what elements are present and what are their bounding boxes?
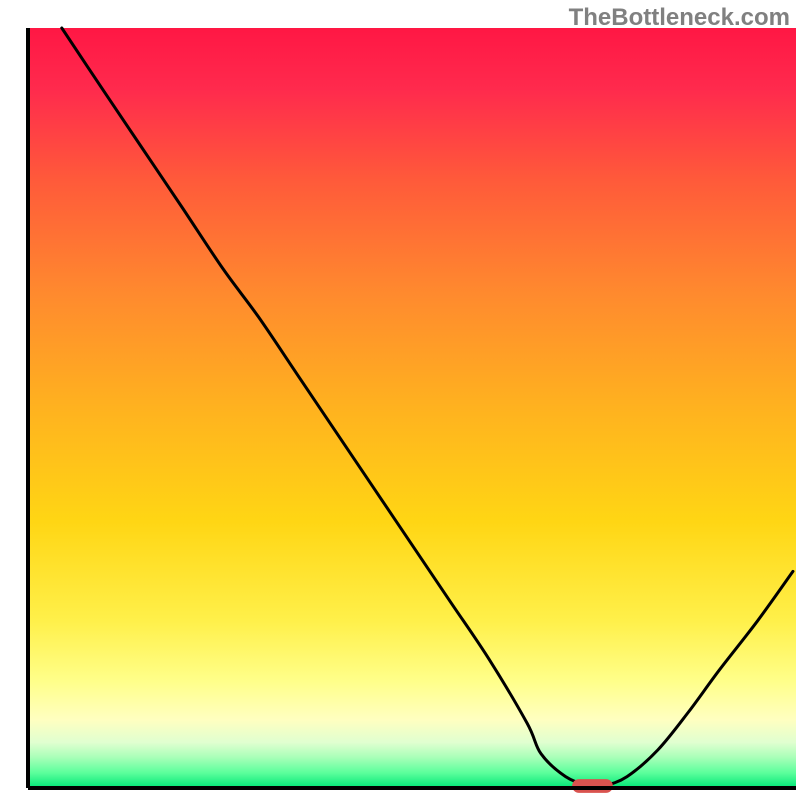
bottleneck-chart [0, 0, 800, 800]
watermark-text: TheBottleneck.com [569, 4, 790, 32]
chart-container: TheBottleneck.com [0, 0, 800, 800]
gradient-background [28, 28, 796, 788]
